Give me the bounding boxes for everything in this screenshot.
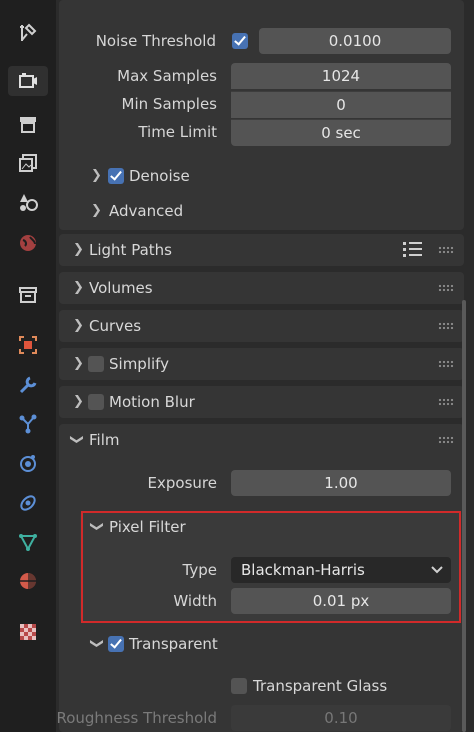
roughness-threshold-field[interactable]: 0.10 <box>231 705 451 731</box>
texture-icon[interactable] <box>13 617 43 647</box>
roughness-threshold-label: Roughness Threshold <box>56 709 217 727</box>
noise-threshold-checkbox[interactable] <box>232 33 248 49</box>
annotation-highlight-box <box>81 511 461 623</box>
exposure-field[interactable]: 1.00 <box>231 470 451 496</box>
motion-blur-label: Motion Blur <box>109 393 195 411</box>
motion-blur-checkbox[interactable] <box>88 394 104 410</box>
material-icon[interactable] <box>13 566 43 596</box>
chevron-down-icon: ❯ <box>68 434 84 445</box>
volumes-label: Volumes <box>89 279 153 297</box>
scrollbar[interactable] <box>462 300 466 732</box>
chevron-right-icon: ❯ <box>73 356 84 371</box>
constraints-icon[interactable] <box>13 488 43 518</box>
chevron-right-icon: ❯ <box>73 280 84 295</box>
min-samples-label: Min Samples <box>121 95 217 113</box>
simplify-header[interactable]: ❯ Simplify <box>59 348 464 380</box>
presets-list-icon[interactable] <box>403 242 423 258</box>
drag-grip-icon[interactable] <box>438 360 454 368</box>
output-icon[interactable] <box>13 110 43 140</box>
film-label: Film <box>89 431 120 449</box>
drag-grip-icon[interactable] <box>438 322 454 330</box>
chevron-right-icon: ❯ <box>73 242 84 257</box>
transparent-glass-label[interactable]: Transparent Glass <box>253 677 387 695</box>
max-samples-label: Max Samples <box>117 67 217 85</box>
motion-blur-header[interactable]: ❯ Motion Blur <box>59 386 464 418</box>
drag-grip-icon[interactable] <box>438 246 454 254</box>
chevron-down-icon[interactable]: ❯ <box>89 638 104 649</box>
light-paths-label: Light Paths <box>89 241 172 259</box>
data-icon[interactable] <box>13 527 43 557</box>
advanced-label[interactable]: Advanced <box>109 202 183 220</box>
drag-grip-icon[interactable] <box>438 398 454 406</box>
light-paths-header[interactable]: ❯ Light Paths <box>59 234 464 266</box>
denoise-label[interactable]: Denoise <box>129 167 190 185</box>
exposure-label: Exposure <box>147 474 217 492</box>
object-icon[interactable] <box>13 330 43 360</box>
transparent-label[interactable]: Transparent <box>129 635 218 653</box>
tool-icon[interactable] <box>13 18 43 48</box>
chevron-right-icon[interactable]: ❯ <box>91 168 102 183</box>
chevron-right-icon[interactable]: ❯ <box>91 203 102 218</box>
transparent-checkbox[interactable] <box>108 636 124 652</box>
drag-grip-icon[interactable] <box>438 436 454 444</box>
denoise-checkbox[interactable] <box>108 168 124 184</box>
max-samples-field[interactable]: 1024 <box>231 63 451 89</box>
noise-threshold-label: Noise Threshold <box>95 32 216 50</box>
curves-label: Curves <box>89 317 142 335</box>
chevron-right-icon: ❯ <box>73 318 84 333</box>
chevron-right-icon: ❯ <box>73 394 84 409</box>
properties-tab-sidebar <box>0 0 56 732</box>
time-limit-label: Time Limit <box>138 123 217 141</box>
particles-icon[interactable] <box>13 409 43 439</box>
scene-icon[interactable] <box>13 187 43 217</box>
collection-icon[interactable] <box>13 280 43 310</box>
simplify-checkbox[interactable] <box>88 356 104 372</box>
curves-header[interactable]: ❯ Curves <box>59 310 464 342</box>
drag-grip-icon[interactable] <box>438 284 454 292</box>
time-limit-field[interactable]: 0 sec <box>231 119 451 146</box>
min-samples-field[interactable]: 0 <box>231 91 451 118</box>
modifier-icon[interactable] <box>13 370 43 400</box>
physics-icon[interactable] <box>13 448 43 478</box>
film-header[interactable]: ❯ Film <box>59 424 464 456</box>
volumes-header[interactable]: ❯ Volumes <box>59 272 464 304</box>
view-layer-icon[interactable] <box>13 148 43 178</box>
transparent-glass-checkbox[interactable] <box>231 678 247 694</box>
simplify-label: Simplify <box>109 355 170 373</box>
noise-threshold-field[interactable]: 0.0100 <box>259 28 451 54</box>
world-icon[interactable] <box>13 228 43 258</box>
render-icon[interactable] <box>8 66 48 96</box>
